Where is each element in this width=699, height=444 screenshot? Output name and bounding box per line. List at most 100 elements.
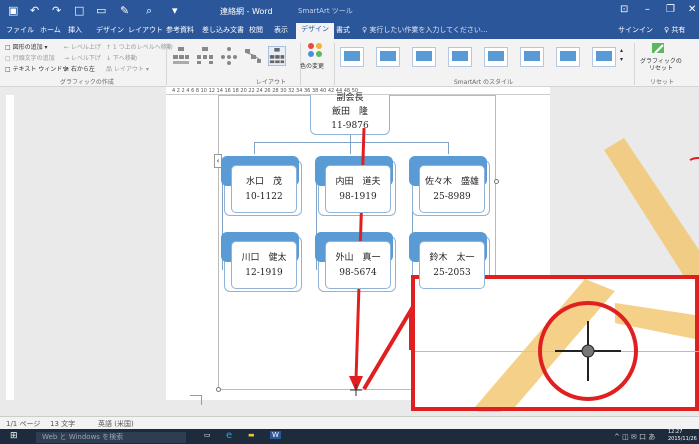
open-icon[interactable]: ▭	[96, 4, 106, 17]
tray-icons[interactable]: ^ ◫ ✉ 口 あ	[614, 432, 655, 442]
node-phone: 10-1122	[245, 192, 283, 202]
style-thumb-8[interactable]	[592, 47, 616, 67]
tab-smartart-design[interactable]: デザイン	[296, 23, 334, 39]
palette-icon[interactable]	[306, 41, 324, 59]
org-node-top[interactable]: 副会長 飯田 隆 11-9876	[310, 93, 390, 135]
vertical-ruler[interactable]	[6, 95, 14, 400]
node-name: 川口 健太	[241, 253, 287, 263]
style-thumb-5[interactable]	[484, 47, 508, 67]
layout-thumb-4[interactable]	[244, 46, 262, 66]
move-up-button[interactable]: ↑ 1 つ上のレベルへ移動	[106, 42, 173, 51]
tab-file[interactable]: ファイル	[6, 25, 34, 35]
signin-link[interactable]: サインイン	[618, 25, 653, 35]
group-label-layouts: レイアウト	[256, 79, 287, 86]
org-node[interactable]: 鈴木 太一 25-2053	[409, 232, 490, 292]
node-name: 外山 真一	[335, 253, 381, 263]
word-count[interactable]: 13 文字	[50, 419, 75, 429]
ribbon-tabs: ファイル ホーム 挿入 デザイン レイアウト 参考資料 差し込み文書 校閲 表示…	[0, 22, 699, 39]
resize-handle[interactable]	[494, 179, 499, 184]
clock-time[interactable]: 12:27	[668, 429, 682, 435]
promote-button[interactable]: ← レベル上げ	[64, 42, 101, 51]
minimize-icon[interactable]: –	[645, 4, 650, 15]
style-thumb-2[interactable]	[376, 47, 400, 67]
right-to-left-button[interactable]: ⇄ 右から左	[64, 64, 95, 73]
zoom-callout	[411, 275, 699, 411]
layout-thumb-2[interactable]	[196, 46, 214, 66]
resize-handle[interactable]	[216, 387, 221, 392]
share-button[interactable]: ♀ 共有	[664, 25, 685, 35]
tab-layout[interactable]: レイアウト	[128, 25, 163, 35]
layout-button[interactable]: 品 レイアウト ▾	[106, 64, 149, 73]
node-name: 内田 道夫	[335, 177, 381, 187]
move-down-button[interactable]: ↓ 下へ移動	[106, 53, 137, 62]
node-phone: 98-1919	[339, 192, 377, 202]
layout-thumb-3[interactable]	[220, 46, 238, 66]
customize-qat-icon[interactable]: ▾	[172, 4, 178, 17]
close-icon[interactable]: ✕	[688, 4, 696, 15]
connector-line	[350, 133, 351, 154]
tell-me-search[interactable]: ♀ 実行したい作業を入力してください...	[362, 25, 488, 35]
node-phone: 98-5674	[339, 268, 377, 278]
page-count[interactable]: 1/1 ページ	[6, 419, 40, 429]
connector-line	[448, 142, 449, 154]
tab-smartart-format[interactable]: 書式	[336, 25, 350, 35]
tab-design[interactable]: デザイン	[96, 25, 124, 35]
tab-view[interactable]: 表示	[274, 25, 288, 35]
connector-line	[254, 142, 255, 154]
taskbar-search[interactable]: Web と Windows を検索	[36, 432, 186, 443]
ribbon-separator	[634, 43, 635, 85]
taskbar: ⊞ Web と Windows を検索 ▭ e ▬ W ^ ◫ ✉ 口 あ 12…	[0, 429, 699, 444]
reset-graphic-icon[interactable]	[650, 41, 668, 57]
layout-thumb-1[interactable]	[172, 46, 190, 66]
page-corner-mark	[190, 395, 202, 405]
language-indicator[interactable]: 英語 (米国)	[98, 419, 134, 429]
demote-button[interactable]: → レベル下げ	[64, 53, 101, 62]
org-node[interactable]: 水口 茂 10-1122	[221, 156, 302, 216]
node-role: 副会長	[336, 93, 364, 103]
print-preview-icon[interactable]: ⌕	[146, 4, 152, 18]
tab-review[interactable]: 校閲	[249, 25, 263, 35]
explorer-icon[interactable]: ▬	[248, 431, 255, 439]
group-label-reset: リセット	[650, 79, 675, 86]
save-icon[interactable]: ▣	[8, 4, 18, 17]
redo-icon[interactable]: ↷	[52, 4, 61, 17]
tab-home[interactable]: ホーム	[40, 25, 61, 35]
clock-date[interactable]: 2015/11/26	[668, 436, 697, 442]
org-node[interactable]: 佐々木 盛雄 25-8989	[409, 156, 490, 216]
task-view-icon[interactable]: ▭	[204, 431, 211, 439]
style-thumb-4[interactable]	[448, 47, 472, 67]
tab-references[interactable]: 参考資料	[166, 25, 194, 35]
style-thumb-3[interactable]	[412, 47, 436, 67]
org-node[interactable]: 内田 道夫 98-1919	[315, 156, 396, 216]
new-document-icon[interactable]: □	[74, 4, 84, 17]
style-thumb-7[interactable]	[556, 47, 580, 67]
node-name: 佐々木 盛雄	[424, 177, 479, 187]
format-painter-icon[interactable]: ✎	[120, 4, 129, 17]
context-tool-label: SmartArt ツール	[298, 7, 353, 15]
org-node[interactable]: 川口 健太 12-1919	[221, 232, 302, 292]
restore-icon[interactable]: ❐	[666, 4, 675, 15]
node-name: 飯田 隆	[331, 107, 368, 117]
ribbon: □ 図形の追加 ▾ □ 行頭文字の追加 □ テキスト ウィンドウ ← レベル上げ…	[0, 39, 699, 87]
add-shape-button[interactable]: □ 図形の追加 ▾	[5, 42, 48, 51]
reset-graphic-button[interactable]: グラフィックの リセット	[640, 58, 682, 72]
connector-line	[254, 142, 449, 143]
word-taskbar-icon[interactable]: W	[270, 431, 281, 439]
style-thumb-6[interactable]	[520, 47, 544, 67]
org-node[interactable]: 外山 真一 98-5674	[315, 232, 396, 292]
tab-insert[interactable]: 挿入	[68, 25, 82, 35]
node-name: 鈴木 太一	[429, 253, 475, 263]
edge-icon[interactable]: e	[226, 430, 232, 441]
undo-icon[interactable]: ↶	[30, 4, 39, 17]
node-phone: 25-8989	[433, 192, 471, 202]
gallery-more-icon[interactable]: ▾	[620, 56, 623, 63]
style-thumb-1[interactable]	[340, 47, 364, 67]
ribbon-display-icon[interactable]: ⊡	[620, 4, 628, 15]
add-bullet-button[interactable]: □ 行頭文字の追加	[5, 53, 55, 62]
change-colors-button[interactable]: 色の変更	[300, 61, 324, 70]
windows-start-icon[interactable]: ⊞	[10, 431, 18, 441]
tab-mailings[interactable]: 差し込み文書	[202, 25, 244, 35]
layout-thumb-selected[interactable]	[268, 46, 286, 66]
gallery-scroll-up-icon[interactable]: ▴	[620, 47, 623, 54]
text-pane-button[interactable]: □ テキスト ウィンドウ	[5, 64, 68, 73]
